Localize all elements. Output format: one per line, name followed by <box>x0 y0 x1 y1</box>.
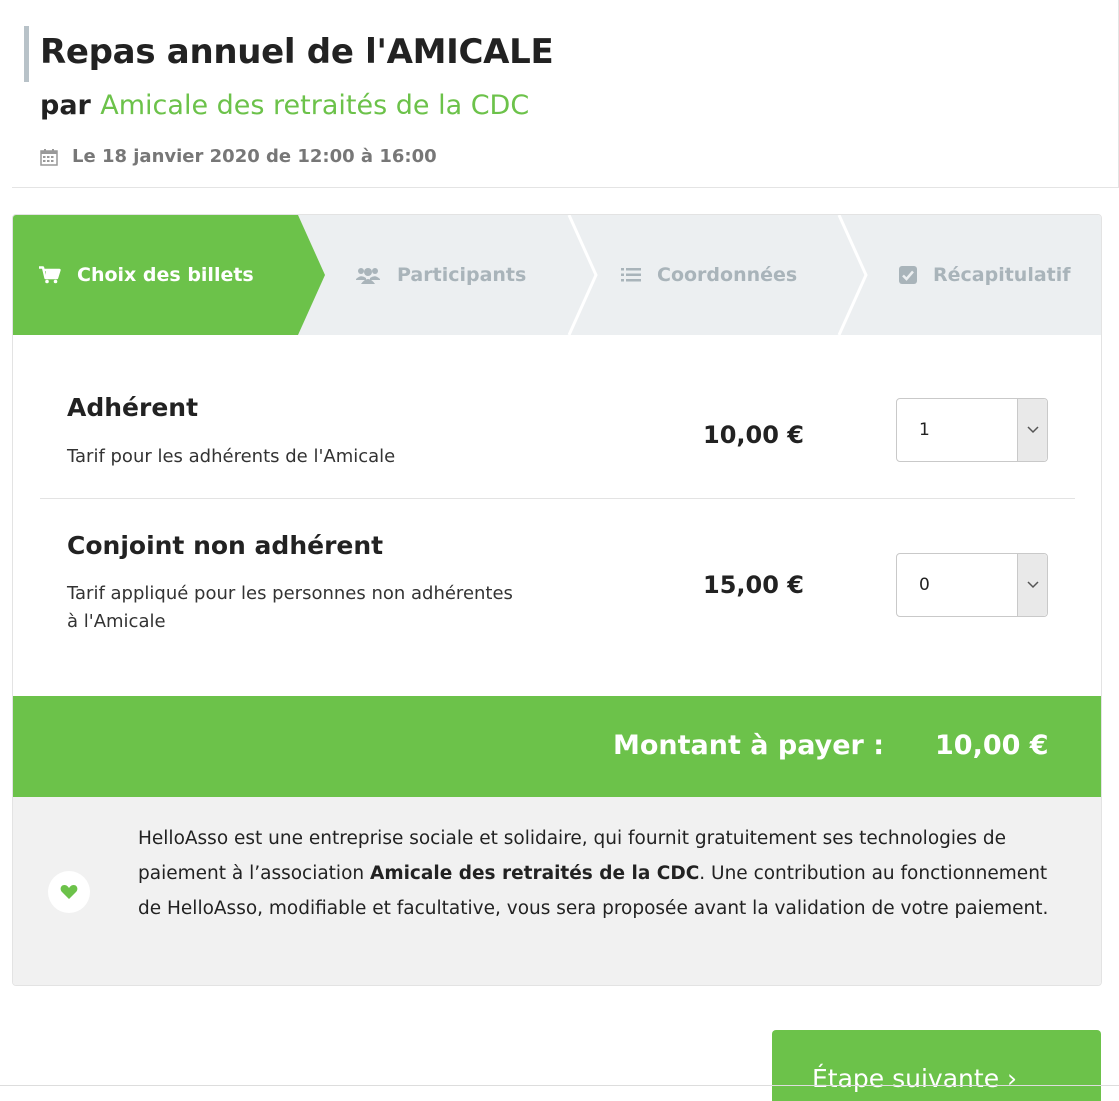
event-title: Repas annuel de l'AMICALE <box>40 32 554 72</box>
quantity-value: 1 <box>919 420 930 440</box>
checkout-steps: Choix des billets Participants Coordonné… <box>13 215 1101 335</box>
info-association: Amicale des retraités de la CDC <box>370 863 700 884</box>
ticket-description: Tarif appliqué pour les personnes non ad… <box>67 583 513 632</box>
info-text: HelloAsso est une entreprise sociale et … <box>138 821 1058 926</box>
step-label: Participants <box>397 264 527 286</box>
ticket-price: 15,00 € <box>703 571 804 599</box>
users-icon <box>355 266 381 284</box>
total-value: 10,00 € <box>935 730 1049 761</box>
chevron-down-icon[interactable] <box>1017 399 1047 461</box>
step-participants[interactable]: Participants <box>355 215 526 335</box>
calendar-icon <box>40 148 58 166</box>
list-icon <box>621 267 641 283</box>
helloasso-info: HelloAsso est une entreprise sociale et … <box>13 797 1101 985</box>
quantity-select[interactable]: 0 <box>896 553 1048 617</box>
next-step-button[interactable]: Étape suivante › <box>772 1030 1101 1101</box>
quantity-select[interactable]: 1 <box>896 398 1048 462</box>
header-accent-bar <box>24 26 29 82</box>
step-recapitulatif[interactable]: Récapitulatif <box>899 215 1071 335</box>
total-label: Montant à payer : <box>613 730 885 761</box>
by-prefix: par <box>40 90 91 121</box>
quantity-value: 0 <box>919 575 930 595</box>
event-organizer-line: par Amicale des retraités de la CDC <box>40 90 529 121</box>
total-bar: Montant à payer : 10,00 € <box>13 696 1101 797</box>
ticket-name: Conjoint non adhérent <box>67 531 384 560</box>
ticket-card: Choix des billets Participants Coordonné… <box>12 214 1102 986</box>
step-label: Choix des billets <box>77 264 254 286</box>
event-date-text: Le 18 janvier 2020 de 12:00 à 16:00 <box>72 146 437 167</box>
step-label: Récapitulatif <box>933 264 1071 286</box>
page-bottom-divider <box>0 1085 1119 1086</box>
heart-icon <box>48 871 90 913</box>
organizer-link[interactable]: Amicale des retraités de la CDC <box>100 90 529 121</box>
chevron-down-icon[interactable] <box>1017 554 1047 616</box>
event-date: Le 18 janvier 2020 de 12:00 à 16:00 <box>40 146 437 167</box>
ticket-divider <box>40 498 1075 499</box>
step-choix-des-billets[interactable]: Choix des billets <box>39 215 254 335</box>
check-square-icon <box>899 266 917 284</box>
cart-icon <box>39 266 61 284</box>
ticket-description: Tarif pour les adhérents de l'Amicale <box>67 446 396 467</box>
ticket-price: 10,00 € <box>703 421 804 449</box>
step-coordonnees[interactable]: Coordonnées <box>621 215 797 335</box>
ticket-name: Adhérent <box>67 393 199 422</box>
step-label: Coordonnées <box>657 264 798 286</box>
